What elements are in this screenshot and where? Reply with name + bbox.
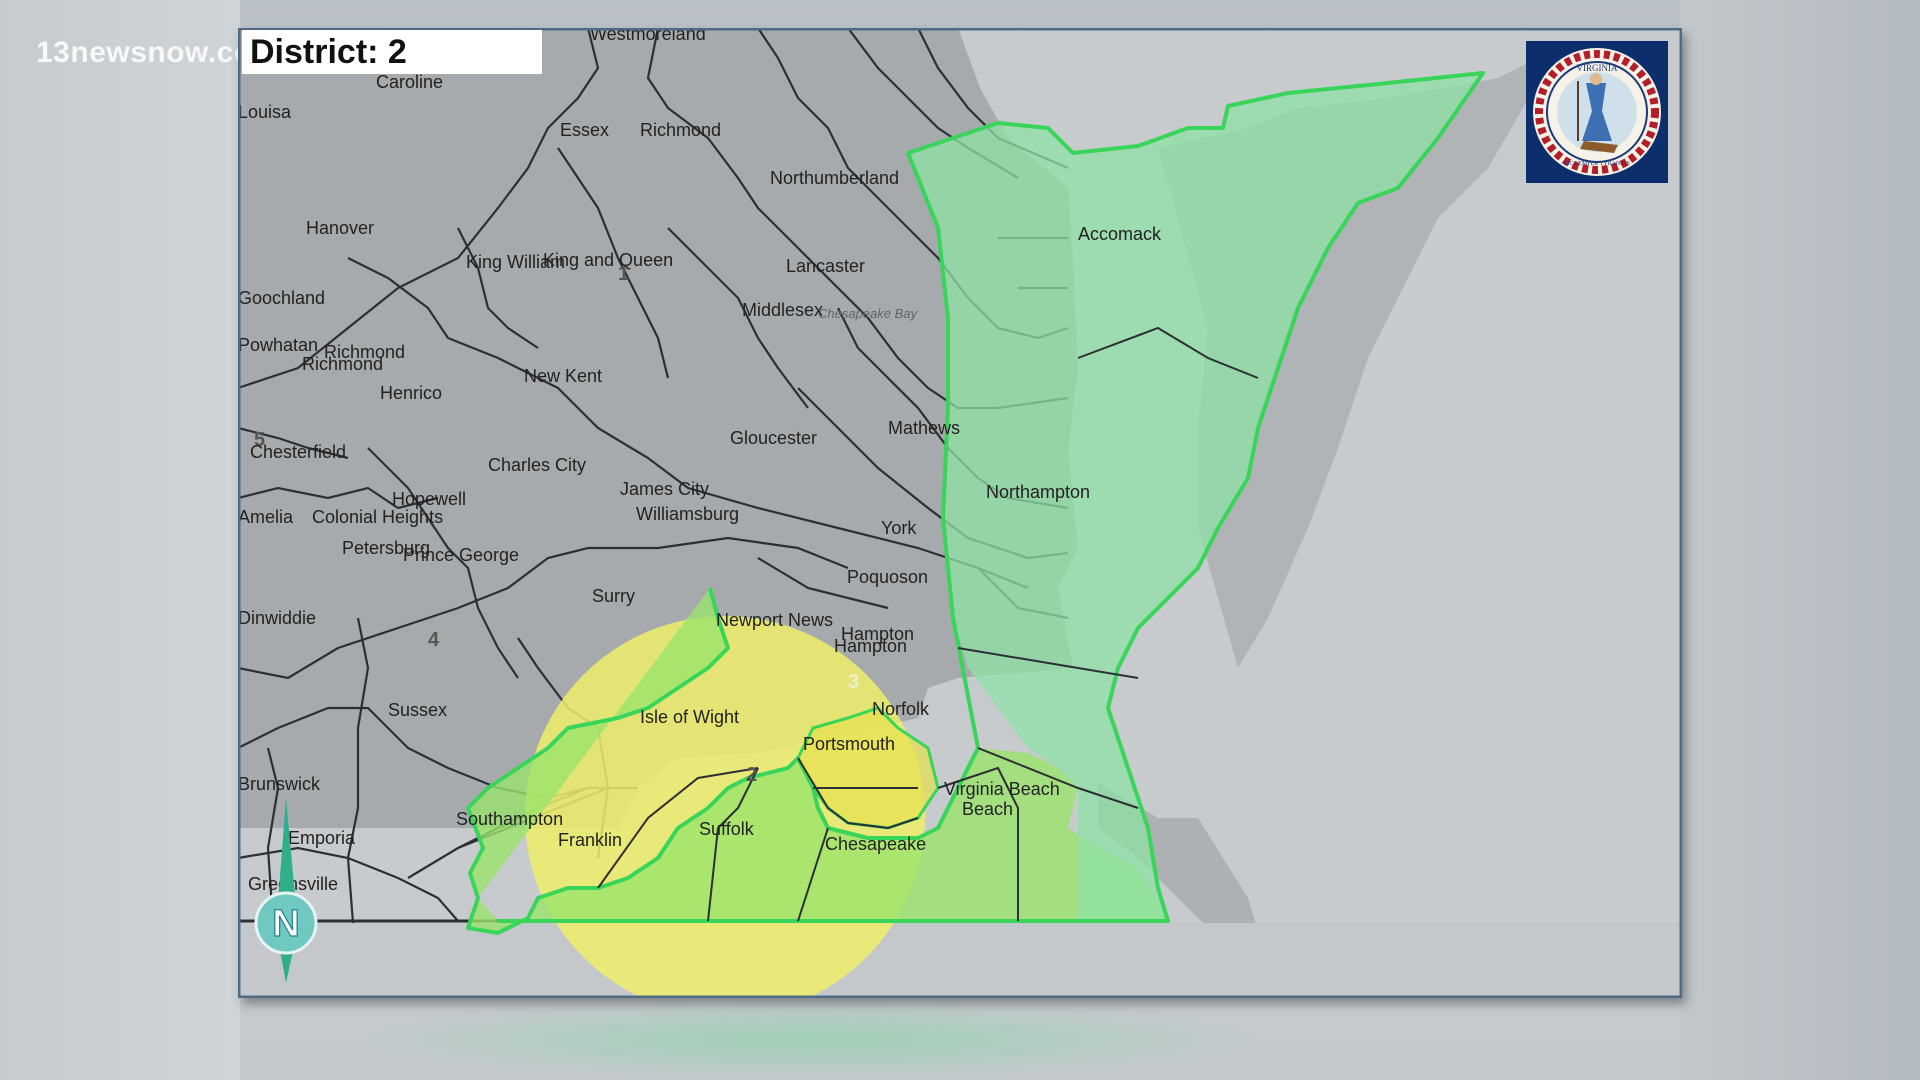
- county-label: Caroline: [376, 72, 443, 92]
- district-number-2: 2: [746, 764, 757, 786]
- county-label: Gloucester: [730, 428, 817, 448]
- county-label: Chesterfield: [250, 442, 346, 462]
- county-label: Hopewell: [392, 489, 466, 509]
- county-label: Northampton: [986, 482, 1090, 502]
- county-label: Henrico: [380, 383, 442, 403]
- county-label: Brunswick: [238, 774, 321, 794]
- county-label: Portsmouth: [803, 734, 895, 754]
- county-label: Emporia: [288, 828, 356, 848]
- county-label: Powhatan: [238, 335, 318, 355]
- county-label: Amelia: [238, 507, 294, 527]
- county-label: Prince George: [403, 545, 519, 565]
- county-label: New Kent: [524, 366, 602, 386]
- nc-area: [238, 923, 1682, 998]
- county-label: Franklin: [558, 830, 622, 850]
- svg-text:N: N: [272, 903, 299, 945]
- county-label: Hampton: [834, 636, 907, 656]
- county-label: Norfolk: [872, 699, 930, 719]
- district-number-4: 4: [428, 629, 440, 651]
- district-number-3: 3: [848, 671, 859, 693]
- water-label: Chesapeake Bay: [818, 306, 919, 321]
- county-label: Northumberland: [770, 168, 899, 188]
- county-label: Chesapeake: [825, 834, 926, 854]
- county-label: Richmond: [302, 354, 383, 374]
- county-label: James City: [620, 479, 709, 499]
- background-blur-bottom: [360, 1000, 1260, 1080]
- county-label: Mathews: [888, 418, 960, 438]
- county-label: Poquoson: [847, 567, 928, 587]
- county-label: York: [881, 518, 917, 538]
- county-label: Williamsburg: [636, 504, 739, 524]
- district-map: Chesapeake Bay 1 2 3 4 5 WestmorelandCar…: [238, 28, 1682, 998]
- county-label: Hanover: [306, 218, 374, 238]
- virginia-seal-icon: VIRGINIA SIC SEMPER TYRANNIS: [1526, 41, 1668, 183]
- county-label: King and Queen: [543, 250, 673, 270]
- county-label: Beach: [962, 799, 1013, 819]
- county-label: Middlesex: [742, 300, 823, 320]
- county-label: Sussex: [388, 700, 447, 720]
- county-label: Colonial Heights: [312, 507, 443, 527]
- county-label: Lancaster: [786, 256, 865, 276]
- county-label: Charles City: [488, 455, 586, 475]
- background-blur-left: [0, 0, 240, 1080]
- county-label: Richmond: [640, 120, 721, 140]
- county-label: Surry: [592, 586, 635, 606]
- seal-motto: SIC SEMPER TYRANNIS: [1564, 161, 1630, 167]
- county-label: Virginia Beach: [944, 779, 1060, 799]
- county-label: Essex: [560, 120, 609, 140]
- background-blur-right: [1680, 0, 1920, 1080]
- county-label: Accomack: [1078, 224, 1162, 244]
- seal-title: VIRGINIA: [1577, 63, 1618, 73]
- county-label: Suffolk: [699, 819, 755, 839]
- county-label: Newport News: [716, 610, 833, 630]
- county-label: Dinwiddie: [238, 608, 316, 628]
- county-label: Isle of Wight: [640, 707, 739, 727]
- county-label: Southampton: [456, 809, 563, 829]
- district-map-frame: Chesapeake Bay 1 2 3 4 5 Westmoreland Car…: [238, 28, 1682, 998]
- water-label-line1: Chesapeake Bay: [818, 306, 919, 321]
- county-label: Louisa: [238, 102, 292, 122]
- district-title: District: 2: [242, 30, 542, 74]
- county-label: Goochland: [238, 288, 325, 308]
